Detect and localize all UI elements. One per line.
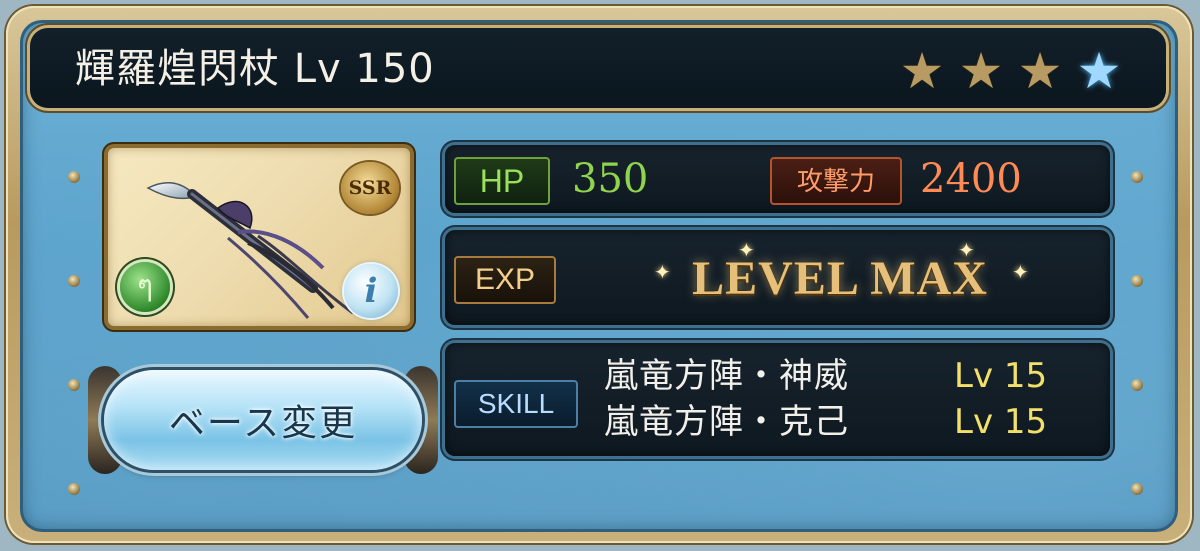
- exp-label: EXP: [454, 256, 556, 304]
- skill-row[interactable]: 嵐竜方陣・克己 Lv 15: [604, 400, 1094, 444]
- weapon-thumbnail[interactable]: SSR ๆ i: [108, 148, 410, 326]
- star-icon: ★: [1017, 42, 1063, 100]
- hp-label: HP: [454, 157, 550, 205]
- rivet-decoration: [1131, 275, 1143, 287]
- star-icon: ★: [899, 42, 945, 100]
- rivet-decoration: [68, 379, 80, 391]
- level-max-status: LEVEL MAX: [692, 252, 988, 305]
- rivet-decoration: [68, 275, 80, 287]
- attack-value: 2400: [920, 156, 1022, 202]
- rivet-decoration: [68, 171, 80, 183]
- skill-level: Lv 15: [954, 356, 1048, 396]
- star-icon: ★: [958, 42, 1004, 100]
- info-icon[interactable]: i: [344, 264, 398, 318]
- ssr-rarity-badge: SSR: [341, 162, 399, 214]
- skill-name: 嵐竜方陣・神威: [604, 356, 849, 396]
- change-base-button[interactable]: ベース変更: [104, 370, 422, 470]
- wind-element-icon: ๆ: [120, 262, 170, 312]
- rivet-decoration: [1131, 379, 1143, 391]
- skill-level: Lv 15: [954, 402, 1048, 442]
- hp-value: 350: [572, 156, 649, 202]
- rivet-decoration: [1131, 171, 1143, 183]
- skill-name: 嵐竜方陣・克己: [604, 402, 849, 442]
- attack-label: 攻撃力: [770, 157, 902, 205]
- skill-row[interactable]: 嵐竜方陣・神威 Lv 15: [604, 354, 1094, 398]
- change-base-label: ベース変更: [168, 403, 358, 444]
- skill-label: SKILL: [454, 380, 578, 428]
- rarity-stars: ★ ★ ★ ★: [895, 44, 1126, 98]
- rivet-decoration: [1131, 483, 1143, 495]
- star-icon: ★: [1076, 42, 1122, 100]
- weapon-name-level: 輝羅煌閃杖 Lv 150: [75, 46, 435, 92]
- rivet-decoration: [68, 483, 80, 495]
